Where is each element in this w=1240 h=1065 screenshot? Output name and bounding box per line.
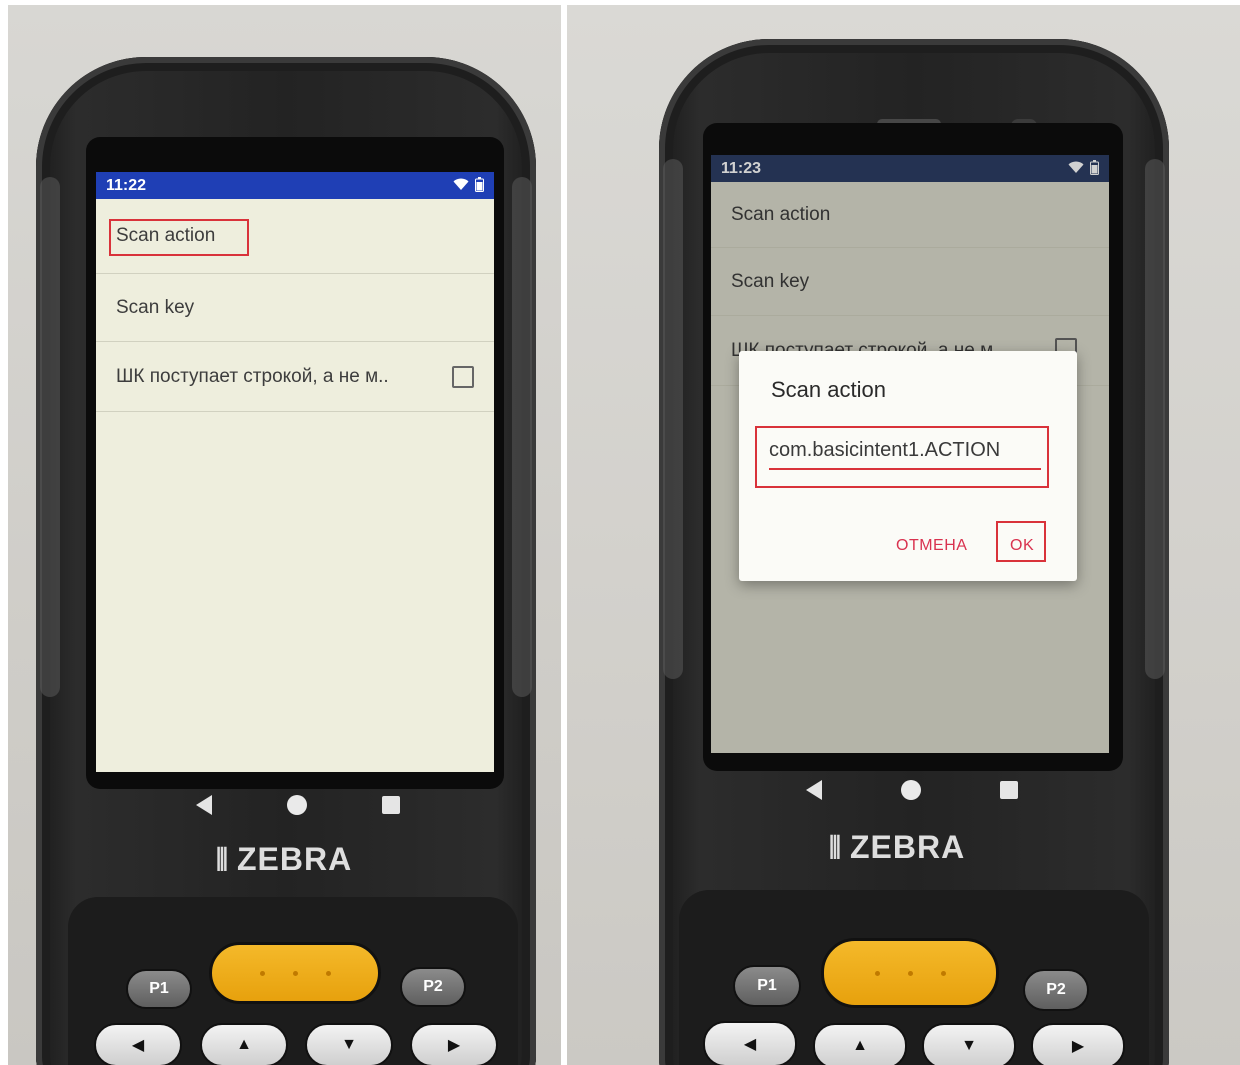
pref-item-scan-key[interactable]: Scan key: [96, 274, 494, 342]
arrow-down-icon: ▼: [341, 1036, 357, 1053]
scan-trigger-key[interactable]: [821, 938, 999, 1008]
right-photo: 11:23 Scan action Scan key ШК поступает …: [567, 5, 1240, 1065]
arrow-up-icon: ▲: [236, 1036, 252, 1053]
nav-back-icon[interactable]: [806, 780, 823, 800]
arrow-right-icon: ▶: [447, 1037, 461, 1054]
arrow-left-icon: ◀: [131, 1037, 145, 1054]
arrow-down-key[interactable]: ▼: [305, 1023, 393, 1065]
nav-bar: [158, 790, 438, 820]
arrow-left-key[interactable]: ◀: [94, 1023, 182, 1065]
scan-action-dialog: Scan action com.basicintent1.ACTION ОТМЕ…: [739, 351, 1077, 581]
pref-checkbox[interactable]: [452, 366, 474, 388]
zebra-logo-icon: ⫼: [829, 831, 842, 862]
cancel-button[interactable]: ОТМЕНА: [896, 537, 967, 555]
device-grip-right: [1145, 159, 1165, 679]
ok-highlight-box: [996, 521, 1046, 562]
pref-label: ШК поступает строкой, а не м..: [116, 365, 389, 387]
arrow-left-icon: ◀: [743, 1036, 757, 1053]
nav-back-icon[interactable]: [195, 795, 212, 815]
p2-key[interactable]: P2: [1023, 969, 1089, 1011]
wifi-icon: [453, 178, 469, 194]
scan-trigger-key[interactable]: [209, 942, 381, 1004]
input-highlight-box: [755, 426, 1049, 488]
p1-key[interactable]: P1: [733, 965, 801, 1007]
brand-text: ZEBRA: [236, 841, 353, 877]
arrow-down-key[interactable]: ▼: [922, 1023, 1016, 1065]
nav-bar: [767, 775, 1057, 805]
pref-label: Scan key: [116, 296, 195, 318]
arrow-right-icon: ▶: [1071, 1038, 1085, 1055]
p2-key[interactable]: P2: [400, 967, 466, 1007]
arrow-right-key[interactable]: ▶: [410, 1023, 498, 1065]
device-grip-left: [663, 159, 683, 679]
status-time: 11:22: [106, 176, 147, 194]
device-screen: 11:23 Scan action Scan key ШК поступает …: [711, 155, 1109, 753]
brand-text: ZEBRA: [849, 829, 966, 865]
device-grip-left: [40, 177, 60, 697]
arrow-up-key[interactable]: ▲: [813, 1023, 907, 1065]
arrow-left-key[interactable]: ◀: [703, 1021, 797, 1065]
status-bar: 11:22: [96, 172, 494, 199]
nav-recent-icon[interactable]: [382, 796, 401, 814]
battery-icon: [475, 176, 484, 195]
nav-home-icon[interactable]: [900, 780, 921, 800]
dialog-title: Scan action: [771, 377, 886, 402]
nav-recent-icon[interactable]: [999, 781, 1018, 799]
device-screen: 11:22 Scan action Scan key ШК поступает …: [96, 172, 494, 772]
brand-logo: ⫼ ZEBRA: [216, 841, 352, 878]
arrow-right-key[interactable]: ▶: [1031, 1023, 1125, 1065]
p1-key[interactable]: P1: [126, 969, 192, 1009]
arrow-up-key[interactable]: ▲: [200, 1023, 288, 1065]
device-grip-right: [512, 177, 532, 697]
nav-home-icon[interactable]: [286, 795, 307, 815]
arrow-up-icon: ▲: [852, 1037, 868, 1054]
brand-logo: ⫼ ZEBRA: [829, 829, 965, 866]
highlight-box: [109, 219, 249, 256]
left-photo: 11:22 Scan action Scan key ШК поступает …: [8, 5, 561, 1065]
arrow-down-icon: ▼: [961, 1037, 977, 1054]
pref-item-barcode-as-string[interactable]: ШК поступает строкой, а не м..: [96, 342, 494, 412]
zebra-logo-icon: ⫼: [216, 843, 229, 874]
